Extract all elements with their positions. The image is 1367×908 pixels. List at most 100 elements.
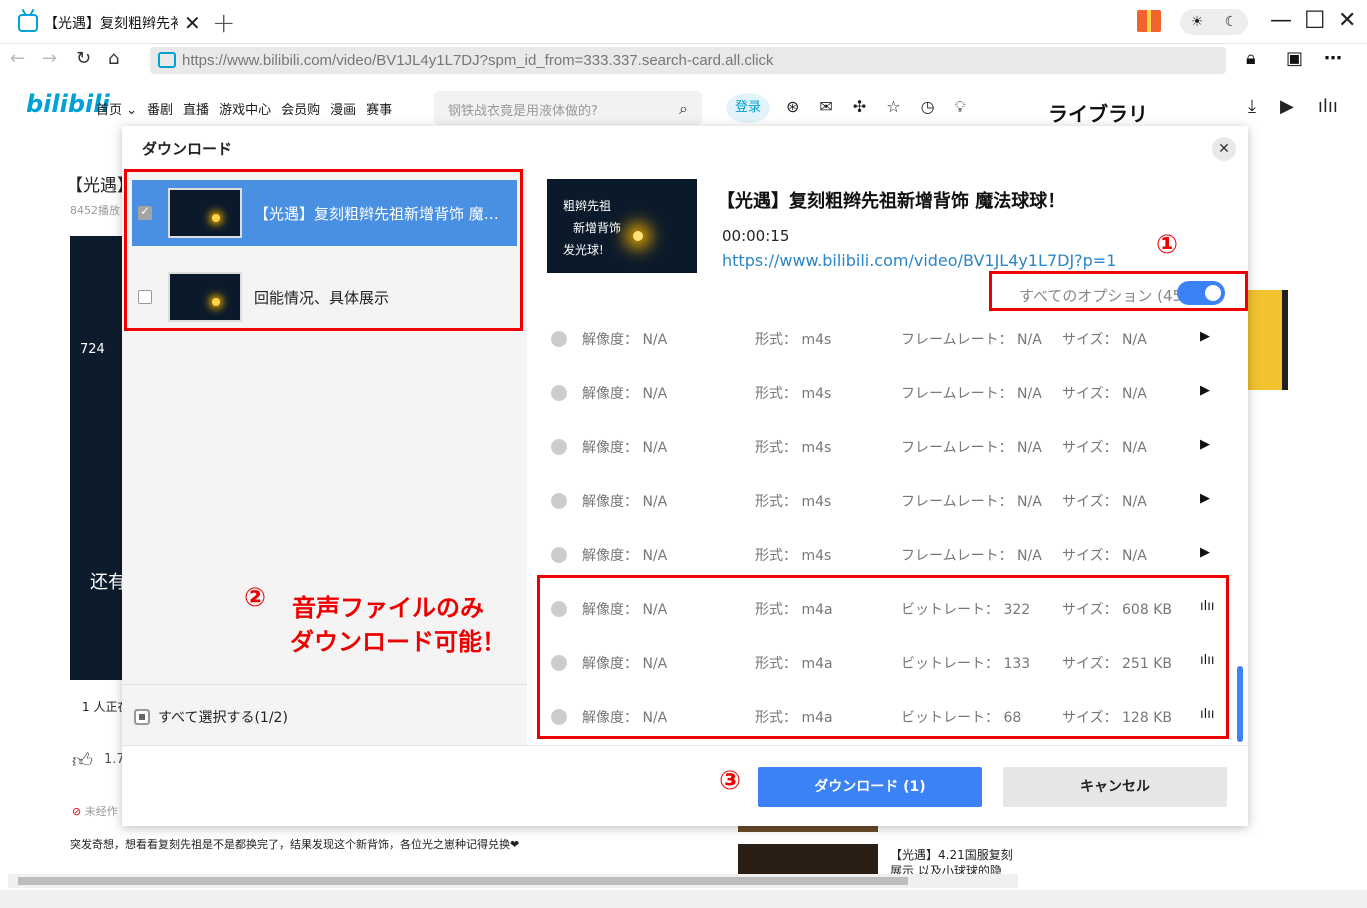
minimize-icon[interactable]: — <box>1270 8 1292 33</box>
format-row[interactable]: 解像度： N/A 形式： m4s フレームレート： N/A サイズ： N/A ▶ <box>527 365 1227 419</box>
video-title: 【光遇】复刻粗辫先祖新增背饰 魔法球球！ <box>717 191 1066 212</box>
nav-item-games[interactable]: 游戏中心 <box>219 99 271 118</box>
format-radio[interactable] <box>551 331 567 347</box>
download-button[interactable]: ダウンロード (1) <box>758 767 982 807</box>
video-type-icon: ▶ <box>1200 329 1210 344</box>
nav-item-live[interactable]: 直播 <box>183 99 209 118</box>
nav-item-manga[interactable]: 漫画 <box>330 99 356 118</box>
item-checkbox[interactable] <box>138 290 152 304</box>
format-row[interactable]: 解像度： N/A 形式： m4s フレームレート： N/A サイズ： N/A ▶ <box>527 419 1227 473</box>
nav-item-shop[interactable]: 会员购 <box>281 99 320 118</box>
format-row[interactable]: 解像度： N/A 形式： m4a ビットレート： 133 サイズ： 251 KB ılı… <box>527 635 1227 689</box>
forward-icon[interactable]: → <box>42 48 57 69</box>
thumb-text-2: 新增背饰 <box>573 221 622 235</box>
format-radio[interactable] <box>551 439 567 455</box>
dynamic-icon[interactable]: ✣ <box>853 97 866 117</box>
theme-toggle[interactable]: ☀ ☾ <box>1180 9 1248 35</box>
format-radio[interactable] <box>551 709 567 725</box>
related-thumb-1[interactable] <box>738 826 878 832</box>
size-cell: サイズ： N/A <box>1062 548 1147 564</box>
format-cell: 形式： m4s <box>755 386 832 402</box>
options-scrollbar[interactable] <box>1237 666 1243 742</box>
size-cell: サイズ： 608 KB <box>1062 602 1172 618</box>
list-item[interactable]: 【光遇】复刻粗辫先祖新增背饰 魔… <box>132 180 517 246</box>
annotation-three: ③ <box>719 766 742 796</box>
back-icon[interactable]: ← <box>10 48 25 69</box>
video-type-icon: ▶ <box>1200 545 1210 560</box>
bilibili-tab-icon <box>18 14 38 32</box>
thumb-text-3: 发光球! <box>563 243 604 257</box>
tab-close-icon[interactable]: ✕ <box>184 11 201 35</box>
login-button[interactable]: 登录 <box>726 93 770 123</box>
select-all-box[interactable] <box>134 709 150 725</box>
address-bar: ← → ↻ ⌂ https://www.bilibili.com/video/B… <box>0 44 1367 78</box>
more-menu-icon[interactable]: ⋯ <box>1324 48 1342 69</box>
history-icon[interactable]: ◷ <box>921 97 935 117</box>
format-cell: 形式： m4a <box>755 656 833 672</box>
audio-tab-icon[interactable]: ılıı <box>1318 96 1338 117</box>
format-row[interactable]: 解像度： N/A 形式： m4a ビットレート： 68 サイズ： 128 KB ılıı <box>527 689 1227 743</box>
format-row[interactable]: 解像度： N/A 形式： m4s フレームレート： N/A サイズ： N/A ▶ <box>527 527 1227 581</box>
download-tab-icon[interactable]: ⤓ <box>1248 96 1256 117</box>
nav-item-esports[interactable]: 赛事 <box>366 99 392 118</box>
cancel-button[interactable]: キャンセル <box>1003 767 1227 807</box>
browser-tab[interactable]: 【光遇】复刻粗辫先衤 ✕ <box>8 4 203 42</box>
creator-icon[interactable]: 💡︎ <box>955 97 966 117</box>
resolution-cell: 解像度： N/A <box>582 440 668 456</box>
item-checkbox[interactable] <box>138 204 152 220</box>
format-row[interactable]: 解像度： N/A 形式： m4a ビットレート： 322 サイズ： 608 KB ılı… <box>527 581 1227 635</box>
horizontal-scroll-thumb[interactable] <box>18 877 908 885</box>
url-text: https://www.bilibili.com/video/BV1JL4y1L… <box>182 52 774 69</box>
new-tab-button[interactable]: + <box>212 6 235 39</box>
message-icon[interactable]: ✉ <box>819 97 832 117</box>
list-item[interactable]: 回能情况、具体展示 <box>132 264 517 330</box>
format-radio[interactable] <box>551 655 567 671</box>
home-icon[interactable]: ⌂ <box>108 48 119 69</box>
annotation-two-line2: ダウンロード可能！ <box>290 628 506 656</box>
lock-icon[interactable]: 🔒︎ <box>1246 48 1256 69</box>
annotation-one: ① <box>1156 230 1179 260</box>
all-options-toggle[interactable] <box>1177 281 1225 305</box>
format-radio[interactable] <box>551 601 567 617</box>
maximize-icon[interactable]: ☐ <box>1304 6 1326 34</box>
site-search-input[interactable]: 钢铁战衣竟是用液体做的? ⌕ <box>434 91 702 125</box>
url-input[interactable]: https://www.bilibili.com/video/BV1JL4y1L… <box>150 47 1226 74</box>
related-title[interactable]: 【光遇】4.21国服复刻 <box>890 846 1013 863</box>
downloader-icon[interactable]: ▣ <box>1286 48 1303 69</box>
options-pane: 粗辫先祖 新增背饰 发光球! 【光遇】复刻粗辫先祖新增背饰 魔法球球！ 00:0… <box>527 171 1248 745</box>
framerate-cell: フレームレート： N/A <box>901 332 1042 348</box>
bitrate-cell: ビットレート： 68 <box>901 710 1022 726</box>
window-close-icon[interactable]: ✕ <box>1338 8 1356 33</box>
nav-item-home[interactable]: 首页 ⌄ <box>96 99 137 118</box>
video-type-icon: ▶ <box>1200 383 1210 398</box>
video-type-icon: ▶ <box>1200 437 1210 452</box>
item-thumbnail <box>168 188 242 238</box>
vip-icon[interactable]: ⊛ <box>786 97 799 117</box>
video-player-edge[interactable] <box>70 236 125 680</box>
format-radio[interactable] <box>551 547 567 563</box>
horizontal-scrollbar[interactable] <box>8 874 1018 888</box>
video-url-link[interactable]: https://www.bilibili.com/video/BV1JL4y1L… <box>722 251 1116 270</box>
dialog-title: ダウンロード <box>142 140 233 158</box>
video-list: 【光遇】复刻粗辫先祖新增背饰 魔… 回能情况、具体展示 すべて選択する(1/2) <box>122 171 527 745</box>
format-row[interactable]: 解像度： N/A 形式： m4s フレームレート： N/A サイズ： N/A ▶ <box>527 473 1227 527</box>
format-radio[interactable] <box>551 385 567 401</box>
format-row[interactable]: 解像度： N/A 形式： m4s フレームレート： N/A サイズ： N/A ▶ <box>527 311 1227 365</box>
thumb-text-1: 粗辫先祖 <box>563 199 612 213</box>
favorite-icon[interactable]: ☆ <box>886 97 900 117</box>
gift-icon[interactable] <box>1137 10 1161 32</box>
select-all-checkbox[interactable]: すべて選択する(1/2) <box>134 707 288 727</box>
format-radio[interactable] <box>551 493 567 509</box>
video-thumbnail: 粗辫先祖 新增背饰 发光球! <box>547 179 697 273</box>
related-thumb-2[interactable] <box>738 844 878 874</box>
size-cell: サイズ： N/A <box>1062 332 1147 348</box>
search-icon[interactable]: ⌕ <box>679 99 688 119</box>
reload-icon[interactable]: ↻ <box>76 48 91 69</box>
views-snippet: 8452播放 <box>70 204 120 217</box>
video-tab-icon[interactable]: ▶ <box>1280 96 1294 117</box>
like-icon[interactable]: 👍︎ <box>72 748 93 773</box>
item-thumbnail <box>168 272 242 322</box>
list-divider <box>122 684 527 685</box>
dialog-close-icon[interactable]: ✕ <box>1212 137 1236 161</box>
nav-item-anime[interactable]: 番剧 <box>147 99 173 118</box>
